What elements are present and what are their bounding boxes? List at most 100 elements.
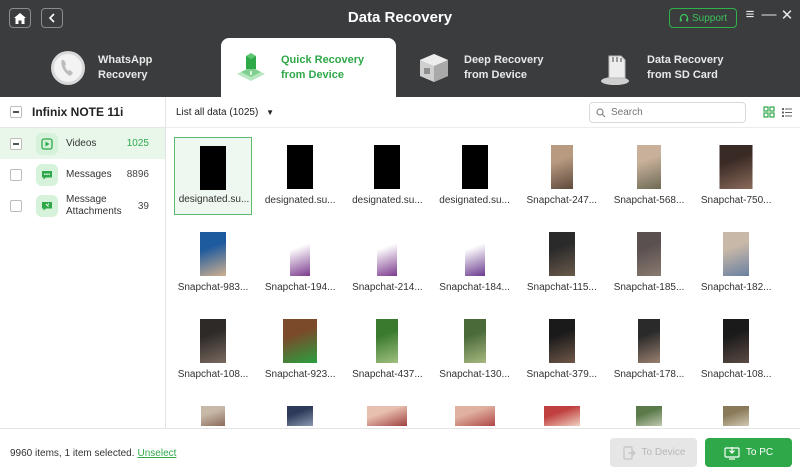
tab-label: Data Recovery from SD Card: [647, 53, 724, 81]
phone-bubble-icon: [48, 48, 88, 88]
file-name: designated.su...: [352, 195, 423, 206]
messages-checkbox[interactable]: [10, 168, 22, 181]
search-icon: [596, 107, 606, 117]
video-thumbnail: [461, 145, 488, 189]
file-item[interactable]: Snapchat-214...: [348, 224, 426, 302]
tab-quick-recovery[interactable]: Quick Recovery from Device: [221, 38, 396, 97]
tab-label: Deep Recovery from Device: [464, 53, 544, 81]
file-item[interactable]: Snapchat-108...: [697, 311, 775, 389]
unselect-link[interactable]: Unselect: [138, 448, 177, 459]
file-item[interactable]: designated.su...: [348, 137, 426, 215]
file-name: Snapchat-750...: [700, 195, 772, 206]
play-icon: [36, 132, 58, 155]
file-item[interactable]: Snapchat-185...: [610, 224, 688, 302]
sidebar-item-count: 8896: [126, 169, 149, 180]
tab-whatsapp-recovery[interactable]: WhatsApp Recovery: [48, 38, 208, 97]
sd-card-icon: [597, 48, 637, 88]
video-thumbnail: [723, 319, 750, 363]
file-item[interactable]: designated.su...: [174, 137, 252, 215]
file-name: designated.su...: [264, 195, 336, 206]
tab-sd-card-recovery[interactable]: Data Recovery from SD Card: [597, 38, 767, 97]
tab-deep-recovery[interactable]: Deep Recovery from Device: [414, 38, 584, 97]
filter-label: List all data (1025): [176, 107, 259, 118]
file-item[interactable]: [261, 398, 339, 428]
video-thumbnail: [377, 232, 398, 276]
content-toolbar: List all data (1025) ▼: [166, 97, 800, 128]
export-to-pc-icon: [724, 446, 740, 460]
sidebar-item-messages[interactable]: Messages 8896: [0, 159, 165, 190]
video-thumbnail: [548, 232, 575, 276]
grid-icon: [763, 106, 775, 118]
file-name: Snapchat-437...: [352, 369, 423, 380]
grid-view-button[interactable]: [763, 106, 775, 118]
file-name: Snapchat-214...: [352, 282, 423, 293]
video-thumbnail: [454, 406, 495, 426]
to-pc-label: To PC: [745, 447, 774, 458]
video-thumbnail: [719, 145, 753, 189]
file-item[interactable]: [436, 398, 514, 428]
filter-dropdown[interactable]: List all data (1025) ▼: [176, 107, 274, 118]
video-thumbnail: [548, 319, 575, 363]
device-name: Infinix NOTE 11i: [32, 105, 124, 119]
file-item[interactable]: [610, 398, 688, 428]
caret-down-icon: ▼: [266, 108, 274, 117]
sidebar-item-message-attachments[interactable]: Message Attachments 39: [0, 190, 165, 222]
file-item[interactable]: Snapchat-568...: [610, 137, 688, 215]
file-name: Snapchat-178...: [613, 369, 685, 380]
video-thumbnail: [637, 145, 661, 189]
sidebar-item-videos[interactable]: Videos 1025: [0, 128, 165, 159]
file-item[interactable]: designated.su...: [436, 137, 514, 215]
sidebar: Infinix NOTE 11i Videos 1025 Messages 88…: [0, 97, 166, 428]
video-thumbnail: [290, 232, 311, 276]
file-name: designated.su...: [178, 194, 250, 205]
file-item[interactable]: Snapchat-194...: [261, 224, 339, 302]
headset-icon: [679, 13, 689, 22]
file-item[interactable]: Snapchat-184...: [436, 224, 514, 302]
file-name: designated.su...: [439, 195, 510, 206]
minimize-button[interactable]: —: [761, 6, 777, 23]
file-grid: designated.su... designated.su... designat…: [166, 128, 800, 428]
file-item[interactable]: [174, 398, 252, 428]
video-thumbnail: [638, 319, 660, 363]
video-thumbnail: [287, 145, 314, 189]
file-item[interactable]: Snapchat-379...: [523, 311, 601, 389]
minimize-icon: —: [761, 6, 777, 23]
search-box[interactable]: [589, 102, 746, 123]
list-view-button[interactable]: [781, 106, 793, 118]
file-item[interactable]: Snapchat-923...: [261, 311, 339, 389]
file-item[interactable]: Snapchat-108...: [174, 311, 252, 389]
to-pc-button[interactable]: To PC: [705, 438, 792, 467]
file-item[interactable]: designated.su...: [261, 137, 339, 215]
file-item[interactable]: [523, 398, 601, 428]
video-thumbnail: [283, 319, 318, 363]
file-name: Snapchat-108...: [700, 369, 772, 380]
file-name: Snapchat-184...: [439, 282, 510, 293]
attachments-checkbox[interactable]: [10, 200, 22, 212]
close-button[interactable]: ✕: [779, 6, 795, 24]
device-row[interactable]: Infinix NOTE 11i: [0, 97, 165, 128]
file-item[interactable]: [697, 398, 775, 428]
file-item[interactable]: Snapchat-115...: [523, 224, 601, 302]
file-item[interactable]: Snapchat-130...: [436, 311, 514, 389]
file-item[interactable]: Snapchat-182...: [697, 224, 775, 302]
support-button[interactable]: Support: [669, 8, 737, 28]
file-item[interactable]: Snapchat-437...: [348, 311, 426, 389]
file-item[interactable]: Snapchat-178...: [610, 311, 688, 389]
video-thumbnail: [723, 232, 750, 276]
status-text: 9960 items, 1 item selected.: [10, 448, 135, 459]
device-checkbox[interactable]: [10, 106, 22, 118]
video-thumbnail: [636, 406, 662, 426]
search-input[interactable]: [611, 107, 731, 118]
sidebar-item-count: 39: [137, 200, 149, 212]
sidebar-item-count: 1025: [126, 138, 149, 149]
file-item[interactable]: Snapchat-247...: [523, 137, 601, 215]
to-device-button[interactable]: To Device: [610, 438, 697, 467]
video-thumbnail: [200, 319, 226, 363]
file-item[interactable]: [348, 398, 426, 428]
menu-button[interactable]: ≡: [742, 6, 758, 23]
file-item[interactable]: Snapchat-983...: [174, 224, 252, 302]
video-thumbnail: [374, 145, 401, 189]
file-item[interactable]: Snapchat-750...: [697, 137, 775, 215]
videos-checkbox[interactable]: [10, 137, 22, 150]
file-name: Snapchat-185...: [613, 282, 685, 293]
